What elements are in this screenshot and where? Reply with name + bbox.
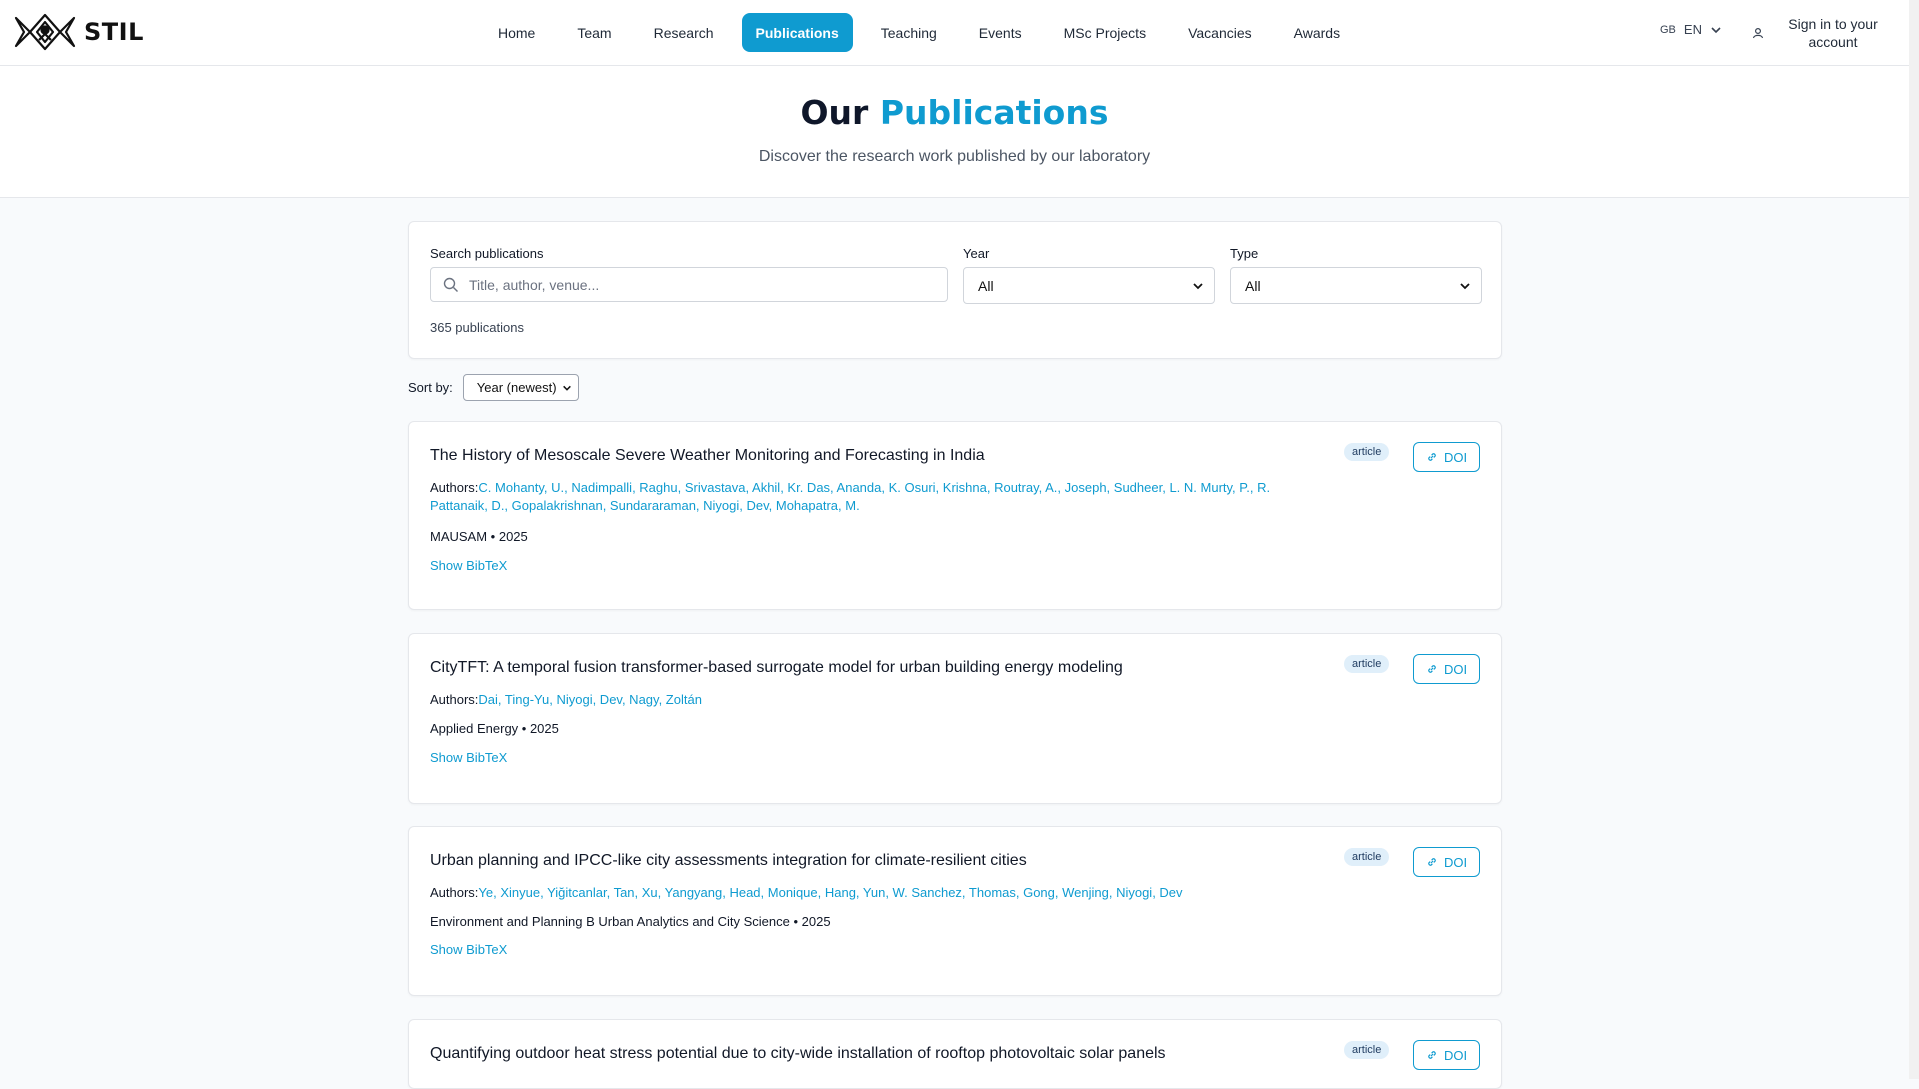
top-navbar: STIL Home Team Research Publications Tea…: [0, 0, 1909, 66]
publication-venue: Environment and Planning B Urban Analyti…: [430, 914, 831, 929]
language-code: EN: [1683, 22, 1702, 37]
nav-home[interactable]: Home: [484, 13, 549, 52]
sign-in-line-1: Sign in to your: [1788, 16, 1878, 32]
brand-name: STIL: [84, 18, 144, 46]
chevron-down-icon: [1711, 26, 1721, 33]
authors-label: Authors:: [430, 885, 479, 900]
type-badge: article: [1344, 1041, 1390, 1059]
chevron-down-icon: [562, 385, 571, 391]
link-icon: [1428, 453, 1436, 461]
doi-button[interactable]: DOI: [1413, 442, 1480, 472]
sort-label: Sort by:: [408, 380, 453, 395]
type-select-value: All: [1245, 277, 1261, 294]
stil-logo-icon: [14, 13, 76, 51]
authors-list[interactable]: Ye, Xinyue, Yiğitcanlar, Tan, Xu, Yangya…: [478, 885, 1182, 900]
page-scrollbar[interactable]: [1909, 0, 1919, 1079]
nav-events[interactable]: Events: [965, 13, 1036, 52]
nav-team[interactable]: Team: [563, 13, 625, 52]
nav-teaching[interactable]: Teaching: [867, 13, 951, 52]
publication-title[interactable]: The History of Mesoscale Severe Weather …: [430, 447, 1330, 465]
flag-gb: GB: [1660, 23, 1676, 36]
publication-venue: Applied Energy • 2025: [430, 721, 559, 736]
show-bibtex-link[interactable]: Show BibTeX: [430, 750, 507, 765]
nav-msc-projects[interactable]: MSc Projects: [1050, 13, 1160, 52]
show-bibtex-link[interactable]: Show BibTeX: [430, 942, 507, 957]
type-badge: article: [1344, 655, 1390, 673]
nav-awards[interactable]: Awards: [1280, 13, 1354, 52]
doi-label: DOI: [1443, 1047, 1468, 1063]
page-title: Our Publications: [0, 93, 1909, 132]
filter-panel: Search publications Year All Type All 36…: [408, 221, 1502, 359]
type-select[interactable]: All: [1230, 267, 1482, 304]
link-icon: [1428, 665, 1436, 673]
authors-list[interactable]: Dai, Ting-Yu, Niyogi, Dev, Nagy, Zoltán: [478, 692, 702, 707]
show-bibtex-link[interactable]: Show BibTeX: [430, 558, 507, 573]
publication-title[interactable]: Quantifying outdoor heat stress potentia…: [430, 1045, 1330, 1063]
authors-label: Authors:: [430, 692, 479, 707]
sign-in-line-2: account: [1808, 34, 1858, 50]
title-prefix: Our: [800, 93, 869, 132]
user-icon: [1752, 27, 1764, 39]
authors-label: Authors:: [430, 480, 479, 495]
nav-publications[interactable]: Publications: [741, 13, 853, 52]
sort-select[interactable]: Year (newest): [462, 374, 579, 401]
publication-title[interactable]: Urban planning and IPCC-like city assess…: [430, 852, 1330, 870]
year-select[interactable]: All: [963, 267, 1215, 304]
publication-authors: Authors:Dai, Ting-Yu, Niyogi, Dev, Nagy,…: [430, 691, 1310, 709]
sort-select-value: Year (newest): [476, 380, 557, 395]
chevron-down-icon: [1193, 282, 1203, 289]
search-icon: [443, 277, 458, 292]
doi-button[interactable]: DOI: [1413, 847, 1480, 877]
sign-in-label: Sign in to your account: [1778, 15, 1888, 51]
doi-button[interactable]: DOI: [1413, 654, 1480, 684]
sort-control: Sort by: Year (newest): [408, 374, 579, 401]
publication-count: 365 publications: [430, 320, 524, 335]
authors-list[interactable]: C. Mohanty, U., Nadimpalli, Raghu, Sriva…: [430, 480, 1270, 513]
type-badge: article: [1344, 848, 1390, 866]
search-field[interactable]: [430, 267, 948, 302]
publication-venue: MAUSAM • 2025: [430, 529, 528, 544]
publication-card: CityTFT: A temporal fusion transformer-b…: [408, 633, 1502, 804]
type-label: Type: [1230, 246, 1259, 261]
chevron-down-icon: [1460, 282, 1470, 289]
type-badge: article: [1344, 443, 1390, 461]
search-label: Search publications: [430, 246, 544, 261]
publication-authors: Authors:Ye, Xinyue, Yiğitcanlar, Tan, Xu…: [430, 884, 1310, 902]
nav-research[interactable]: Research: [640, 13, 728, 52]
publication-title[interactable]: CityTFT: A temporal fusion transformer-b…: [430, 659, 1330, 677]
doi-button[interactable]: DOI: [1413, 1040, 1480, 1070]
publication-authors: Authors:C. Mohanty, U., Nadimpalli, Ragh…: [430, 479, 1310, 515]
link-icon: [1428, 858, 1436, 866]
language-selector[interactable]: GB EN: [1660, 22, 1722, 37]
link-icon: [1428, 1051, 1436, 1059]
sign-in-link[interactable]: Sign in to your account: [1752, 15, 1888, 51]
page-header: Our Publications Discover the research w…: [0, 66, 1909, 198]
doi-label: DOI: [1443, 661, 1468, 677]
main-nav: Home Team Research Publications Teaching…: [484, 13, 1368, 52]
year-label: Year: [963, 246, 990, 261]
search-input[interactable]: [467, 275, 937, 294]
nav-vacancies[interactable]: Vacancies: [1174, 13, 1266, 52]
year-select-value: All: [978, 277, 994, 294]
publication-card: Urban planning and IPCC-like city assess…: [408, 826, 1502, 996]
title-accent: Publications: [879, 93, 1109, 132]
doi-label: DOI: [1443, 854, 1468, 870]
logo[interactable]: STIL: [14, 12, 144, 52]
doi-label: DOI: [1443, 449, 1468, 465]
page-subtitle: Discover the research work published by …: [758, 148, 1151, 165]
publication-card: The History of Mesoscale Severe Weather …: [408, 421, 1502, 610]
